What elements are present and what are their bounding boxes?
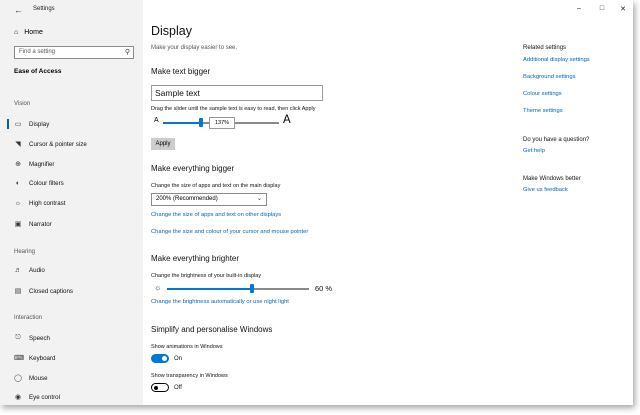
link-other-displays[interactable]: Change the size of apps and text on othe… <box>151 212 281 218</box>
link-theme-settings[interactable]: Theme settings <box>523 108 563 114</box>
sample-text-box: Sample text <box>151 85 323 101</box>
settings-window: ← Settings ⌂ Home Find a setting ⚲ Ease … <box>0 0 633 405</box>
sidebar: ← Settings ⌂ Home Find a setting ⚲ Ease … <box>0 0 143 405</box>
sidebar-item-magnifier[interactable]: ⊕ Magnifier <box>14 160 55 169</box>
link-background-settings[interactable]: Background settings <box>523 74 576 80</box>
sidebar-item-home[interactable]: ⌂ Home <box>14 29 43 36</box>
scale-label: Change the size of apps and text on the … <box>151 183 281 189</box>
speech-icon: ⎋ <box>15 334 21 341</box>
toggle-knob <box>162 356 167 361</box>
sidebar-item-label: Narrator <box>29 220 52 228</box>
active-indicator <box>7 119 9 129</box>
sidebar-item-label: Audio <box>29 267 45 274</box>
sidebar-item-high-contrast[interactable]: ☼ High contrast <box>14 200 66 207</box>
sidebar-item-closed-captions[interactable]: ▤ Closed captions <box>14 287 74 296</box>
feedback-heading: Make Windows better <box>523 176 581 182</box>
cursor-icon: ◥ <box>15 141 21 148</box>
app-title: Settings <box>33 6 55 12</box>
sidebar-item-display[interactable]: ▭ Display <box>14 120 50 129</box>
heading-make-everything-bigger: Make everything bigger <box>151 164 235 173</box>
animations-state: On <box>174 356 183 362</box>
sidebar-item-label: Magnifier <box>29 160 55 168</box>
mouse-icon: ◯ <box>14 375 22 382</box>
sidebar-item-eye-control[interactable]: ◉ Eye control <box>14 393 60 402</box>
scale-selected-value: 200% (Recommended) <box>156 196 218 202</box>
link-give-feedback[interactable]: Give us feedback <box>523 187 568 193</box>
sidebar-item-keyboard[interactable]: ⌨ Keyboard <box>14 354 56 363</box>
magnifier-icon: ⊕ <box>15 161 21 168</box>
sidebar-item-label: Colour filters <box>29 180 64 187</box>
heading-make-text-bigger: Make text bigger <box>151 67 211 76</box>
text-size-instruction: Drag the slider until the sample text is… <box>151 106 316 112</box>
brightness-label: Change the brightness of your built-in d… <box>151 273 262 279</box>
group-label-hearing: Hearing <box>14 249 36 255</box>
home-label: Home <box>24 29 43 36</box>
text-size-track-filled <box>163 122 201 124</box>
sidebar-item-audio[interactable]: ♬ Audio <box>14 267 45 274</box>
sidebar-item-label: Closed captions <box>29 287 74 295</box>
colour-filters-icon: ◐ <box>15 180 21 187</box>
heading-simplify: Simplify and personalise Windows <box>151 325 273 334</box>
display-icon: ▭ <box>14 121 22 128</box>
sidebar-item-label: Keyboard <box>29 354 56 362</box>
link-additional-display[interactable]: Additional display settings <box>523 57 590 63</box>
page-subtitle: Make your display easier to see. <box>151 45 238 51</box>
sidebar-item-label: Eye control <box>29 393 60 401</box>
high-contrast-icon: ☼ <box>14 200 22 207</box>
sidebar-item-label: Mouse <box>29 374 48 382</box>
transparency-label: Show transparency in Windows <box>151 373 228 379</box>
large-a-label: A <box>283 114 291 126</box>
apply-button[interactable]: Apply <box>151 138 175 150</box>
toggle-knob <box>154 385 158 390</box>
group-label-vision: Vision <box>14 101 31 107</box>
heading-make-everything-brighter: Make everything brighter <box>151 254 240 263</box>
question-heading: Do you have a question? <box>523 137 590 143</box>
page-title: Display <box>151 24 192 38</box>
link-colour-settings[interactable]: Colour settings <box>523 91 562 97</box>
animations-toggle[interactable] <box>151 354 169 363</box>
audio-icon: ♬ <box>14 267 22 274</box>
search-icon[interactable]: ⚲ <box>125 48 130 56</box>
sidebar-item-speech[interactable]: ⎋ Speech <box>14 334 50 342</box>
brightness-track-empty <box>254 288 309 290</box>
sidebar-item-narrator[interactable]: ▣ Narrator <box>14 220 52 229</box>
group-label-interaction: Interaction <box>14 315 43 321</box>
sidebar-item-colour-filters[interactable]: ◐ Colour filters <box>14 180 64 187</box>
link-night-light[interactable]: Change the brightness automatically or u… <box>151 299 289 305</box>
link-get-help[interactable]: Get help <box>523 148 545 154</box>
brightness-slider-thumb[interactable] <box>250 284 255 293</box>
narrator-icon: ▣ <box>14 221 22 228</box>
home-icon: ⌂ <box>14 29 19 36</box>
text-size-value: 137% <box>209 117 235 129</box>
sidebar-item-label: High contrast <box>29 200 66 207</box>
brightness-icon: ☼ <box>154 283 162 292</box>
back-arrow-icon[interactable]: ← <box>14 5 23 15</box>
sidebar-item-cursor[interactable]: ◥ Cursor & pointer size <box>14 140 87 149</box>
sidebar-item-label: Display <box>29 120 50 128</box>
search-input[interactable]: Find a setting ⚲ <box>14 46 134 59</box>
scale-dropdown[interactable]: 200% (Recommended) ⌄ <box>151 193 267 206</box>
transparency-toggle[interactable] <box>151 383 169 392</box>
eye-control-icon: ◉ <box>14 394 22 401</box>
brightness-value: 60 % <box>315 284 333 293</box>
small-a-label: A <box>154 117 159 124</box>
search-placeholder: Find a setting <box>19 49 56 55</box>
brightness-track-filled <box>167 288 253 290</box>
sidebar-item-mouse[interactable]: ◯ Mouse <box>14 374 48 383</box>
sidebar-section-title: Ease of Access <box>14 68 62 75</box>
animations-label: Show animations in Windows <box>151 344 223 350</box>
chevron-down-icon: ⌄ <box>256 196 262 202</box>
sidebar-item-label: Cursor & pointer size <box>29 140 87 148</box>
transparency-state: Off <box>174 385 182 391</box>
link-cursor-size[interactable]: Change the size and colour of your curso… <box>151 229 308 235</box>
sidebar-item-label: Speech <box>29 334 50 342</box>
keyboard-icon: ⌨ <box>14 355 25 362</box>
related-settings-heading: Related settings <box>523 45 567 51</box>
closed-captions-icon: ▤ <box>14 288 22 295</box>
